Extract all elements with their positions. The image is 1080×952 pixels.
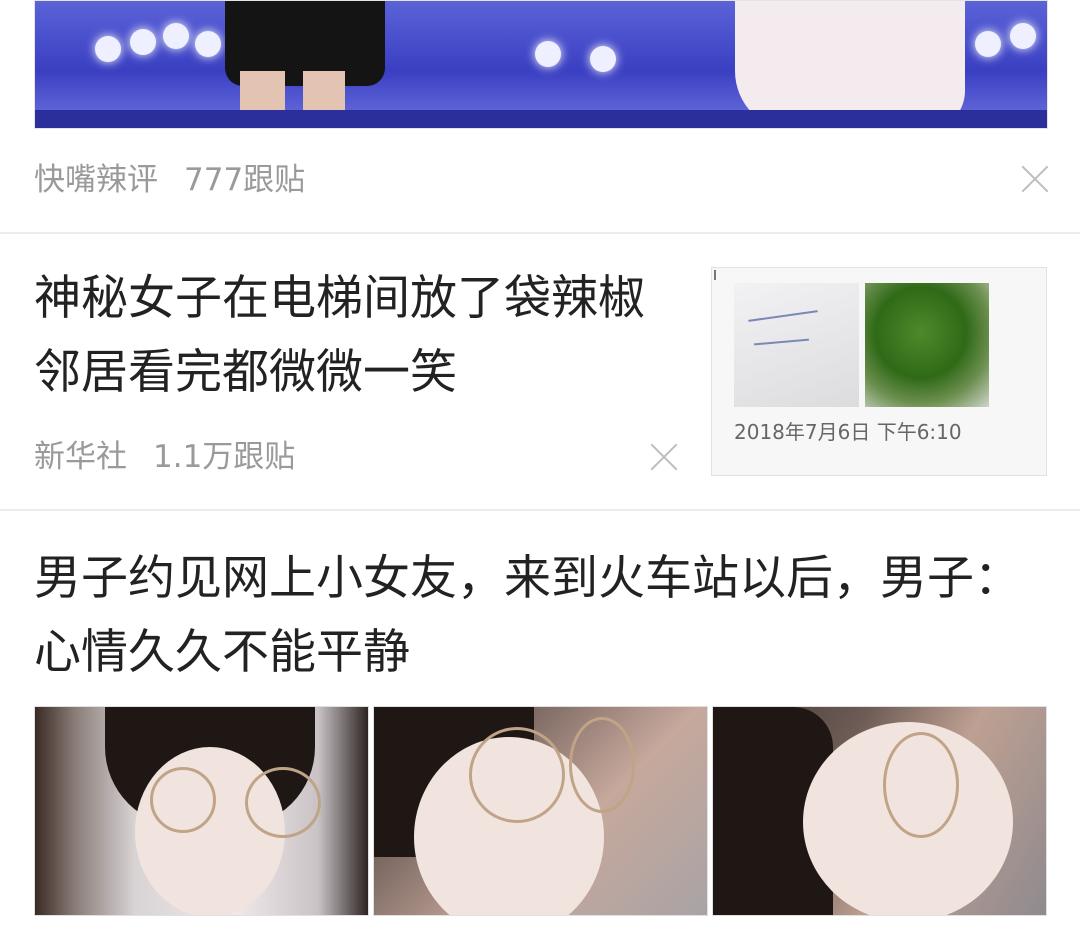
article-1-source: 快嘴辣评 bbox=[34, 162, 158, 198]
article-2-source: 新华社 bbox=[34, 439, 127, 475]
article-2-meta: 新华社 1.1万跟贴 bbox=[34, 437, 295, 477]
article-3-photo-2[interactable] bbox=[373, 706, 708, 916]
close-icon[interactable] bbox=[649, 442, 679, 472]
article-1-comment-count[interactable]: 777跟贴 bbox=[184, 162, 305, 198]
peppers-photo bbox=[865, 283, 989, 407]
close-icon[interactable] bbox=[1020, 164, 1050, 194]
article-3-photo-1[interactable] bbox=[34, 706, 369, 916]
divider bbox=[0, 509, 1080, 511]
article-3-photo-3[interactable] bbox=[712, 706, 1047, 916]
article-1-meta: 快嘴辣评 777跟贴 bbox=[34, 160, 305, 200]
article-2-title[interactable]: 神秘女子在电梯间放了袋辣椒 邻居看完都微微一笑 bbox=[34, 262, 664, 410]
divider bbox=[0, 232, 1080, 234]
article-2-comment-count[interactable]: 1.1万跟贴 bbox=[153, 439, 295, 475]
thumbnail-timestamp: 2018年7月6日 下午6:10 bbox=[734, 420, 962, 444]
note-photo bbox=[734, 283, 859, 407]
article-1-image[interactable] bbox=[34, 0, 1048, 129]
article-3-title[interactable]: 男子约见网上小女友，来到火车站以后，男子：心情久久不能平静 bbox=[34, 542, 1044, 690]
article-2-thumbnail[interactable]: 2018年7月6日 下午6:10 bbox=[711, 267, 1047, 476]
